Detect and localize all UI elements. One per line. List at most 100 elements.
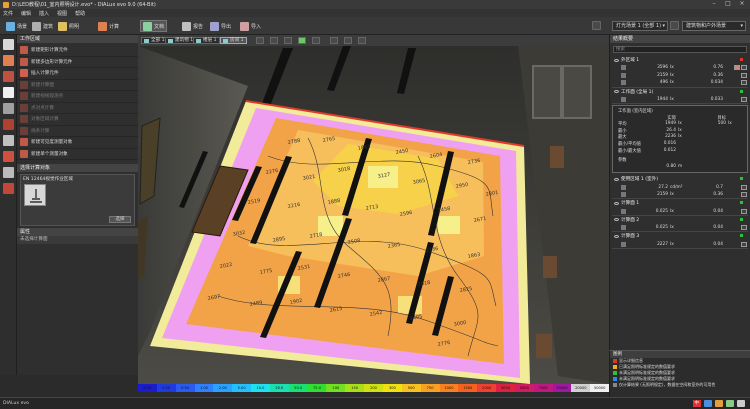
calc-object-tool-icon[interactable] bbox=[3, 183, 14, 194]
visibility-icon[interactable] bbox=[614, 234, 619, 238]
calc-surface-icon bbox=[20, 80, 28, 89]
scale-cell: 0.10 bbox=[138, 384, 157, 392]
result-row[interactable]: 3596 lx 0.76 bbox=[612, 64, 748, 72]
roof-tool-icon[interactable] bbox=[3, 151, 14, 162]
menu-help[interactable]: 帮助 bbox=[75, 10, 85, 17]
result-group-header[interactable]: 工作面 (全局 1) bbox=[612, 88, 748, 96]
toolbar-item-scene[interactable]: 场景 bbox=[4, 20, 29, 32]
visibility-icon[interactable] bbox=[614, 218, 619, 222]
toolbar-lock-icon[interactable] bbox=[592, 21, 601, 30]
edit-icon[interactable] bbox=[741, 80, 747, 86]
result-group-header[interactable]: 计算面 3 bbox=[612, 232, 748, 240]
zoom-fit-icon[interactable] bbox=[344, 37, 352, 44]
result-row[interactable]: 2159 lx 0.36 bbox=[612, 72, 748, 80]
tool-visibility-measure[interactable]: 新建可见度测量对象 bbox=[17, 137, 138, 149]
toolbar-item-lighting[interactable]: 照明 bbox=[56, 20, 81, 32]
view-mode-icon[interactable] bbox=[256, 37, 264, 44]
edit-icon[interactable] bbox=[741, 72, 747, 78]
maximize-icon[interactable]: □ bbox=[724, 1, 732, 7]
result-row[interactable]: 2159 lx 0.36 bbox=[612, 191, 748, 199]
false-color-icon[interactable] bbox=[298, 37, 306, 44]
toolbar-item-building[interactable]: 建筑 bbox=[30, 20, 55, 32]
light-scene-select[interactable]: 灯光场景 1 (全部 1) bbox=[612, 21, 668, 31]
visibility-icon[interactable] bbox=[614, 177, 619, 181]
menu-file[interactable]: 文件 bbox=[3, 10, 13, 17]
door-tool-icon[interactable] bbox=[3, 103, 14, 114]
tray-icon[interactable] bbox=[737, 400, 745, 407]
perspective-icon[interactable] bbox=[270, 37, 278, 44]
toolbar-item-export[interactable]: 导出 bbox=[208, 20, 233, 32]
menu-insert[interactable]: 插入 bbox=[39, 10, 49, 17]
menu-edit[interactable]: 编辑 bbox=[21, 10, 31, 17]
tool-single-measure[interactable]: 新建单个测量对象 bbox=[17, 149, 138, 160]
task-area-thumbnail[interactable] bbox=[24, 184, 46, 206]
graphic-icon[interactable] bbox=[734, 65, 740, 71]
toolbar-refresh-icon[interactable] bbox=[670, 21, 679, 30]
visibility-icon[interactable] bbox=[614, 58, 619, 62]
top-view-icon[interactable] bbox=[284, 37, 292, 44]
visibility-icon bbox=[20, 138, 28, 147]
cursor-tool-icon[interactable] bbox=[3, 39, 14, 50]
tool-viewpoint[interactable]: 新建视线观测点 bbox=[17, 91, 138, 103]
toolbar-item-report[interactable]: 报告 bbox=[180, 20, 205, 32]
edit-icon[interactable] bbox=[741, 96, 747, 102]
edit-icon[interactable] bbox=[741, 192, 747, 198]
toolbar-item-document[interactable]: 文档 bbox=[140, 20, 168, 32]
3d-viewport[interactable]: 全部 1 建筑物 1 楼层 1 房间 1 2788 2765 1843 2450… bbox=[138, 35, 609, 384]
tool-poly-calc[interactable]: 新建多边形计算元件 bbox=[17, 57, 138, 68]
result-group-header[interactable]: 计算面 1 bbox=[612, 199, 748, 207]
tray-icon[interactable] bbox=[715, 400, 723, 407]
tab-room[interactable]: 房间 1 bbox=[220, 37, 247, 44]
tool-calc-surface[interactable]: 新建计算面 bbox=[17, 80, 138, 91]
isolines-icon[interactable] bbox=[312, 37, 320, 44]
stairs-tool-icon[interactable] bbox=[3, 135, 14, 146]
edit-icon[interactable] bbox=[741, 65, 747, 71]
tray-icon[interactable] bbox=[704, 400, 712, 407]
visibility-icon[interactable] bbox=[614, 201, 619, 205]
tool-line-calc[interactable]: 线条计算 bbox=[17, 126, 138, 137]
tab-all[interactable]: 全部 1 bbox=[141, 37, 168, 44]
visibility-icon[interactable] bbox=[614, 90, 619, 93]
result-row[interactable]: 27.2 cd/m² 0.7 bbox=[612, 183, 748, 191]
tool-rect-calc[interactable]: 新建矩形计算元件 bbox=[17, 45, 138, 57]
tool-point-calc[interactable]: 点对点计算 bbox=[17, 103, 138, 114]
tab-floor[interactable]: 楼层 1 bbox=[193, 37, 220, 44]
result-group-header[interactable]: 使用区域 1 (室外) bbox=[612, 175, 748, 183]
minimize-icon[interactable]: – bbox=[710, 1, 718, 7]
object-tool-icon[interactable] bbox=[3, 167, 14, 178]
tray-icon[interactable] bbox=[726, 400, 734, 407]
camera-icon[interactable] bbox=[330, 37, 338, 44]
menu-view[interactable]: 视图 bbox=[57, 10, 67, 17]
close-icon[interactable]: × bbox=[738, 1, 746, 7]
edit-icon[interactable] bbox=[741, 208, 747, 214]
false-color-scale: 0.10 0.20 0.50 1.00 2.00 5.00 10.0 20.0 50.0 75.0… bbox=[138, 384, 610, 392]
result-group-header[interactable]: 计算面 2 bbox=[612, 216, 748, 224]
result-row[interactable]: 0.025 lx 0.04 bbox=[612, 207, 748, 215]
wall-tool-icon[interactable] bbox=[3, 87, 14, 98]
select-object-button[interactable]: 选择 bbox=[109, 216, 131, 223]
scale-cell: 75.0 bbox=[307, 384, 327, 392]
room-tool-icon[interactable] bbox=[3, 71, 14, 82]
view-scope-select[interactable]: 建筑物和户外场景 bbox=[682, 21, 746, 31]
render-icon[interactable] bbox=[358, 37, 366, 44]
ime-indicator[interactable]: 中 bbox=[692, 400, 701, 407]
scale-cell: 500 bbox=[401, 384, 421, 392]
result-row[interactable]: 2227 lx 0.04 bbox=[612, 240, 748, 248]
edit-icon[interactable] bbox=[741, 225, 747, 231]
toolbar-item-import[interactable]: 导入 bbox=[238, 20, 263, 32]
tool-object-calc[interactable]: 对象区域计算 bbox=[17, 114, 138, 126]
result-row[interactable]: 1944 lx 0.033 bbox=[612, 96, 748, 104]
result-group-header[interactable]: 外区域 1 bbox=[612, 56, 748, 64]
light-tool-icon[interactable] bbox=[3, 55, 14, 66]
scale-cell: 2000 bbox=[477, 384, 497, 392]
tab-building[interactable]: 建筑物 1 bbox=[165, 37, 197, 44]
window-tool-icon[interactable] bbox=[3, 119, 14, 130]
room-3d-render[interactable]: 2788 27651843 2450 260427362276302130183127… bbox=[138, 46, 609, 384]
result-row[interactable]: 496 lx 0.034 bbox=[612, 79, 748, 87]
edit-icon[interactable] bbox=[741, 184, 747, 190]
tool-insert-calc[interactable]: 插入计算元件 bbox=[17, 68, 138, 80]
toolbar-item-calc[interactable]: 计算 bbox=[96, 20, 121, 32]
results-search-input[interactable]: 搜索 bbox=[613, 46, 747, 53]
edit-icon[interactable] bbox=[741, 241, 747, 247]
result-row[interactable]: 0.025 lx 0.04 bbox=[612, 224, 748, 232]
